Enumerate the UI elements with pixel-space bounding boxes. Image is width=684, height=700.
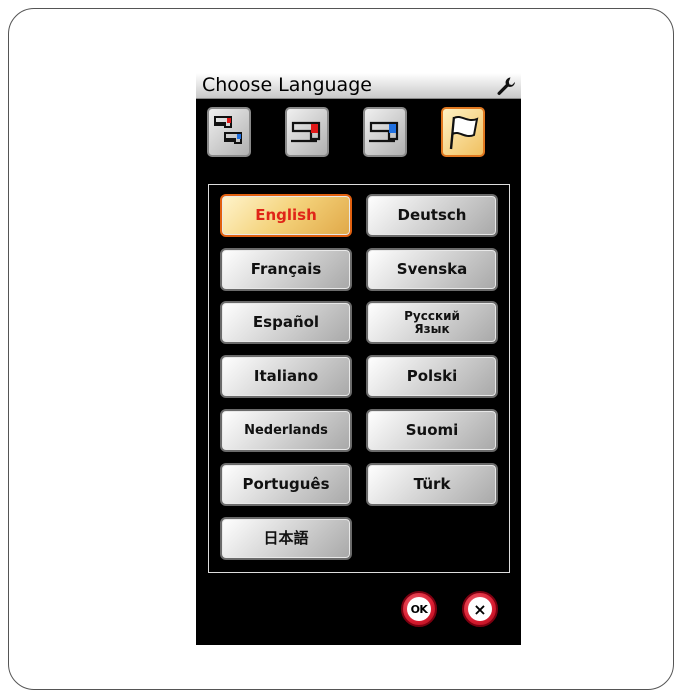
- close-icon: ×: [473, 599, 487, 619]
- language-button-english[interactable]: English: [220, 194, 352, 237]
- dialog-title: Choose Language: [202, 74, 372, 96]
- tab-sewing-settings[interactable]: [285, 107, 329, 157]
- language-button-suomi[interactable]: Suomi: [366, 409, 498, 452]
- cancel-button[interactable]: ×: [462, 591, 498, 627]
- language-button-polski[interactable]: Polski: [366, 355, 498, 398]
- tab-language[interactable]: [441, 107, 485, 157]
- tab-embroidery-settings[interactable]: [363, 107, 407, 157]
- language-button-russian[interactable]: Русский Язык: [366, 301, 498, 344]
- language-button-francais[interactable]: Français: [220, 248, 352, 291]
- language-button-portugues[interactable]: Português: [220, 463, 352, 506]
- language-button-italiano[interactable]: Italiano: [220, 355, 352, 398]
- language-button-nederlands[interactable]: Nederlands: [220, 409, 352, 452]
- tab-machine-settings[interactable]: [207, 107, 251, 157]
- ok-button[interactable]: OK: [401, 591, 437, 627]
- wrench-icon[interactable]: [495, 75, 517, 97]
- language-flag-icon: [449, 116, 479, 150]
- title-bar: Choose Language: [196, 73, 521, 99]
- language-button-deutsch[interactable]: Deutsch: [366, 194, 498, 237]
- embroidery-settings-icon: [369, 121, 399, 143]
- language-button-espanol[interactable]: Español: [220, 301, 352, 344]
- machine-settings-icon: [214, 116, 242, 144]
- language-button-turk[interactable]: Türk: [366, 463, 498, 506]
- sewing-settings-icon: [291, 121, 321, 143]
- language-list: English Deutsch Français Svenska Español…: [208, 184, 510, 573]
- language-dialog: Choose Language English Deutsch Français…: [196, 73, 521, 645]
- language-button-japanese[interactable]: 日本語: [220, 517, 352, 560]
- language-button-svenska[interactable]: Svenska: [366, 248, 498, 291]
- ok-label: OK: [410, 602, 428, 616]
